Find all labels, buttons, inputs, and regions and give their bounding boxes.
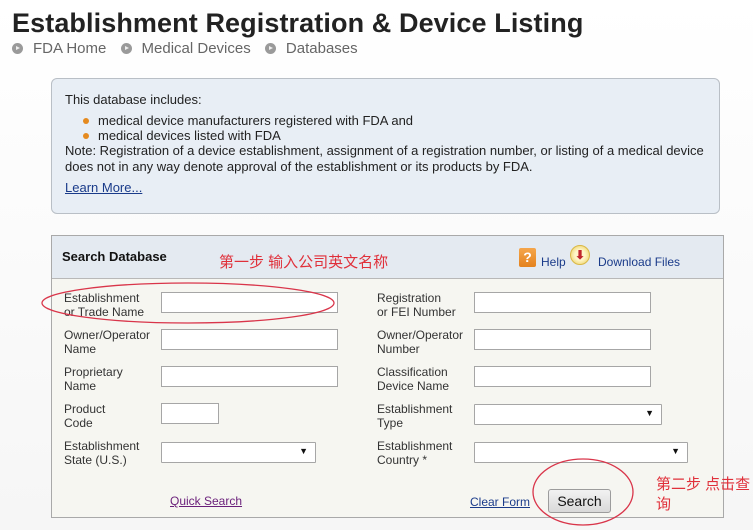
- proprietary-name-label: Proprietary Name: [64, 365, 123, 393]
- owner-operator-number-label: Owner/Operator Number: [377, 328, 463, 356]
- page-title: Establishment Registration & Device List…: [12, 8, 584, 38]
- download-icon[interactable]: ⬇: [570, 245, 590, 265]
- label-line: Classification: [377, 365, 448, 379]
- breadcrumb-link[interactable]: FDA Home: [33, 40, 106, 57]
- list-item-text: medical devices listed with FDA: [98, 128, 281, 143]
- establishment-name-input[interactable]: [161, 292, 338, 313]
- owner-operator-number-input[interactable]: [474, 329, 651, 350]
- establishment-type-select[interactable]: ▼: [474, 404, 662, 425]
- establishment-name-label: Establishment or Trade Name: [64, 291, 144, 319]
- info-note: Note: Registration of a device establish…: [65, 143, 704, 174]
- dropdown-arrow-icon: ▼: [645, 408, 654, 418]
- dropdown-arrow-icon: ▼: [671, 446, 680, 456]
- owner-operator-name-input[interactable]: [161, 329, 338, 350]
- label-line: Type: [377, 416, 404, 430]
- bullet-icon: [83, 133, 89, 139]
- establishment-country-select[interactable]: ▼: [474, 442, 688, 463]
- label-line: Registration: [377, 291, 442, 305]
- learn-more-link[interactable]: Learn More...: [65, 180, 142, 195]
- step1-annotation: 第一步 输入公司英文名称: [219, 254, 389, 271]
- establishment-country-label: Establishment Country *: [377, 439, 452, 467]
- label-line: Name: [64, 379, 97, 393]
- breadcrumb-link[interactable]: Databases: [286, 40, 358, 57]
- list-item-text: medical device manufacturers registered …: [98, 113, 414, 128]
- breadcrumb-item-fda-home[interactable]: FDA Home: [12, 40, 106, 57]
- proprietary-name-input[interactable]: [161, 366, 338, 387]
- info-list: medical device manufacturers registered …: [65, 113, 706, 143]
- label-line: Code: [64, 416, 93, 430]
- label-line: Establishment: [64, 291, 140, 305]
- product-code-input[interactable]: [161, 403, 219, 424]
- list-item: medical device manufacturers registered …: [83, 113, 706, 128]
- registration-number-label: Registration or FEI Number: [377, 291, 456, 319]
- breadcrumb-item-medical-devices[interactable]: Medical Devices: [120, 40, 251, 57]
- panel-title: Search Database: [62, 249, 167, 264]
- help-icon[interactable]: ?: [519, 248, 536, 267]
- label-line: Proprietary: [64, 365, 123, 379]
- establishment-type-label: Establishment Type: [377, 402, 452, 430]
- help-link[interactable]: Help: [541, 255, 566, 269]
- search-button[interactable]: Search: [548, 489, 611, 513]
- establishment-state-select[interactable]: ▼: [161, 442, 316, 463]
- label-line: Device Name: [377, 379, 450, 393]
- chevron-right-icon: [264, 43, 276, 54]
- label-line: State (U.S.): [64, 453, 127, 467]
- dropdown-arrow-icon: ▼: [299, 446, 308, 456]
- classification-device-name-label: Classification Device Name: [377, 365, 449, 393]
- label-line: Product: [64, 402, 106, 416]
- label-line: Country *: [377, 453, 428, 467]
- chevron-right-icon: [12, 43, 23, 54]
- breadcrumb: FDA Home Medical Devices Databases: [12, 40, 368, 58]
- registration-number-input[interactable]: [474, 292, 651, 313]
- label-line: Name: [64, 342, 97, 356]
- owner-operator-name-label: Owner/Operator Name: [64, 328, 150, 356]
- breadcrumb-item-databases[interactable]: Databases: [264, 40, 358, 57]
- label-line: Number: [377, 342, 420, 356]
- list-item: medical devices listed with FDA: [83, 128, 706, 143]
- classification-device-name-input[interactable]: [474, 366, 651, 387]
- label-line: Establishment: [64, 439, 140, 453]
- breadcrumb-link[interactable]: Medical Devices: [142, 40, 251, 57]
- product-code-label: Product Code: [64, 402, 105, 430]
- download-files-link[interactable]: Download Files: [598, 255, 680, 269]
- info-intro: This database includes:: [65, 92, 202, 107]
- clear-form-link[interactable]: Clear Form: [470, 495, 530, 509]
- label-line: or Trade Name: [64, 305, 145, 319]
- search-database-panel: Search Database 第一步 输入公司英文名称 ? Help ⬇ Do…: [51, 235, 724, 518]
- label-line: Owner/Operator: [377, 328, 464, 342]
- label-line: Establishment: [377, 439, 453, 453]
- bullet-icon: [83, 118, 89, 124]
- chevron-right-icon: [120, 43, 132, 54]
- establishment-state-label: Establishment State (U.S.): [64, 439, 139, 467]
- label-line: Establishment: [377, 402, 453, 416]
- quick-search-link[interactable]: Quick Search: [170, 494, 242, 508]
- panel-header: Search Database 第一步 输入公司英文名称 ? Help ⬇ Do…: [52, 236, 723, 279]
- database-info-box: This database includes: medical device m…: [51, 78, 720, 214]
- label-line: Owner/Operator: [64, 328, 151, 342]
- step2-annotation: 第二步 点击查询: [656, 476, 751, 513]
- label-line: or FEI Number: [377, 305, 456, 319]
